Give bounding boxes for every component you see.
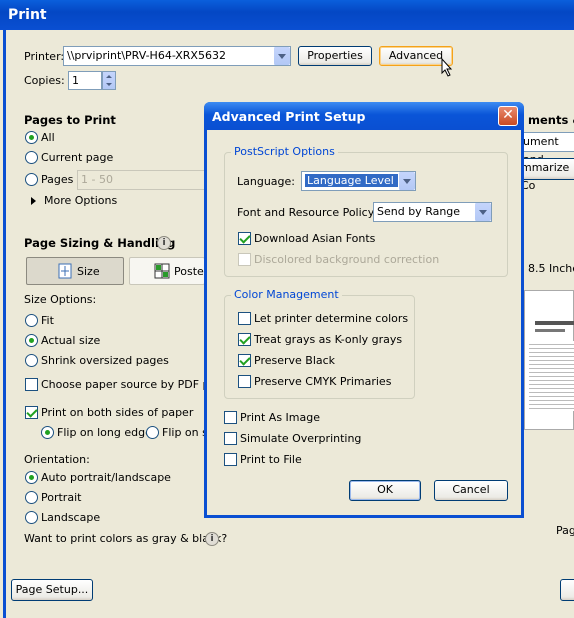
advanced-title: Advanced Print Setup [212,109,366,124]
summarize-button[interactable]: mmarize Co [516,158,574,192]
download-asian-checkbox[interactable] [238,232,251,245]
choose-source-label: Choose paper source by PDF page [41,378,231,391]
orientation-label: Orientation: [24,453,90,466]
copies-label: Copies: [24,74,65,87]
auto-orientation-label: Auto portrait/landscape [41,471,171,484]
comments-select[interactable]: ument and [520,132,574,166]
actual-size-label: Actual size [41,334,101,347]
comments-heading: ments & [528,113,574,127]
pages-radio[interactable] [25,173,38,186]
simulate-overprinting-checkbox[interactable] [224,432,237,445]
copies-spinner[interactable] [102,71,116,90]
advanced-body: PostScript Options Language: Language Le… [207,130,521,515]
font-policy-select[interactable]: Send by Range [373,202,492,222]
preserve-cmyk-label: Preserve CMYK Primaries [254,375,392,388]
size-text: 8.5 Inches [528,262,574,275]
ok-button[interactable]: OK [349,480,421,501]
print-to-file-label: Print to File [240,453,302,466]
close-icon[interactable]: ✕ [498,106,518,126]
info-icon[interactable]: i [205,532,219,546]
flip-short-radio[interactable] [146,426,159,439]
poster-tab[interactable]: Poster [129,257,208,285]
page-sizing-heading: Page Sizing & Handling [24,236,176,250]
print-to-file-checkbox[interactable] [224,453,237,466]
preserve-black-checkbox[interactable] [238,354,251,367]
fit-label: Fit [41,314,54,327]
both-sides-checkbox[interactable] [25,406,38,419]
mouse-cursor-icon [441,58,453,77]
landscape-radio[interactable] [25,511,38,524]
postscript-group-label: PostScript Options [231,145,338,158]
more-options-label[interactable]: More Options [44,194,117,207]
auto-orientation-radio[interactable] [25,471,38,484]
flip-long-label: Flip on long edge [57,426,152,439]
window-titlebar [0,0,574,30]
pages-label: Pages [41,173,74,186]
printer-value: \\prviprint\PRV-H64-XRX5632 [67,49,226,62]
let-printer-label: Let printer determine colors [254,312,409,325]
page-setup-button[interactable]: Page Setup... [11,579,93,601]
pages-to-print-heading: Pages to Print [24,113,116,127]
poster-grid-icon [154,263,170,279]
let-printer-checkbox[interactable] [238,312,251,325]
discolored-label: Discolored background correction [254,253,440,266]
language-value: Language Level 3 [305,174,407,187]
discolored-checkbox[interactable] [238,253,251,266]
spinner-arrows-icon [106,75,112,86]
window-title: Print [8,7,47,23]
current-page-label: Current page [41,151,114,164]
all-label: All [41,131,55,144]
flip-long-radio[interactable] [41,426,54,439]
simulate-overprinting-label: Simulate Overprinting [240,432,362,445]
print-preview [524,290,574,430]
page-count-text: Pag [556,524,574,537]
chevron-down-icon[interactable] [398,172,415,190]
treat-grays-checkbox[interactable] [238,333,251,346]
language-select[interactable]: Language Level 3 [301,171,416,191]
chevron-down-icon[interactable] [474,203,491,221]
printer-select[interactable]: \\prviprint\PRV-H64-XRX5632 [63,46,291,66]
chevron-down-icon[interactable] [273,47,290,65]
fit-radio[interactable] [25,314,38,327]
preserve-cmyk-checkbox[interactable] [238,375,251,388]
portrait-label: Portrait [41,491,82,504]
actual-size-radio[interactable] [25,334,38,347]
shrink-label: Shrink oversized pages [41,354,169,367]
cancel-button[interactable]: Cancel [434,480,508,501]
preserve-black-label: Preserve Black [254,354,336,367]
portrait-radio[interactable] [25,491,38,504]
all-radio[interactable] [25,131,38,144]
landscape-label: Landscape [41,511,101,524]
size-tab[interactable]: Size [26,257,124,285]
treat-grays-label: Treat grays as K-only grays [254,333,403,346]
pages-range-input[interactable]: 1 - 50 [77,170,205,190]
font-policy-value: Send by Range [377,205,461,218]
gray-question: Want to print colors as gray & black? [24,532,228,545]
copies-input[interactable]: 1 [68,71,102,90]
size-page-icon [58,263,72,279]
expand-triangle-icon[interactable] [30,196,38,206]
language-label: Language: [237,175,295,188]
print-as-image-label: Print As Image [240,411,321,424]
advanced-print-setup-dialog: Advanced Print Setup ✕ PostScript Option… [204,102,524,518]
shrink-radio[interactable] [25,354,38,367]
choose-source-checkbox[interactable] [25,378,38,391]
font-policy-label: Font and Resource Policy: [237,206,378,219]
color-management-label: Color Management [231,288,342,301]
partial-button[interactable] [560,579,574,601]
size-options-label: Size Options: [24,293,97,306]
size-tab-label: Size [77,265,100,278]
properties-button[interactable]: Properties [298,46,372,66]
printer-label: Printer: [24,50,65,63]
print-as-image-checkbox[interactable] [224,411,237,424]
current-page-radio[interactable] [25,151,38,164]
info-icon[interactable]: i [157,236,171,250]
both-sides-label: Print on both sides of paper [41,406,194,419]
download-asian-label: Download Asian Fonts [254,232,376,245]
